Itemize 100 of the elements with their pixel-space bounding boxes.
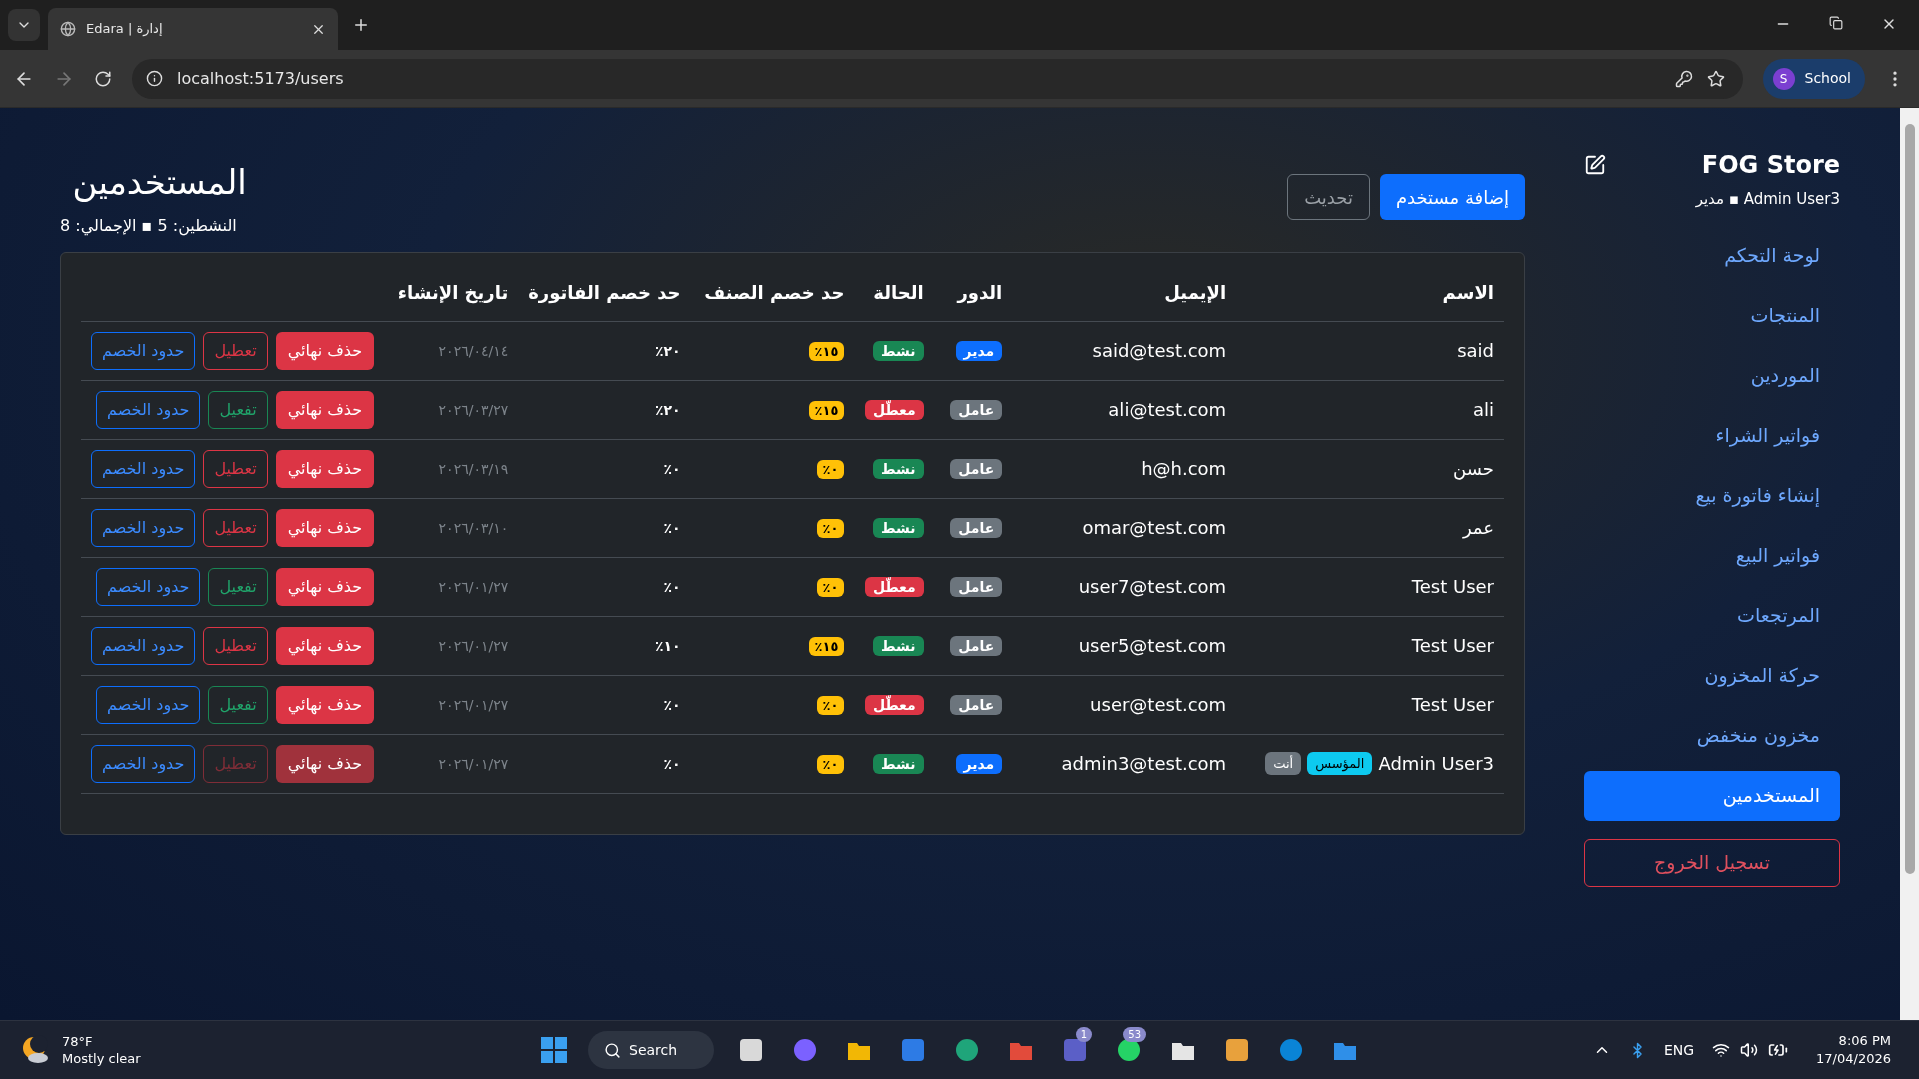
discount-limits-button[interactable]: حدود الخصم xyxy=(91,626,196,665)
status-badge: نشط xyxy=(873,635,924,656)
sidebar-item[interactable]: فواتير البيع xyxy=(1584,530,1840,581)
language-indicator[interactable]: ENG xyxy=(1663,1039,1695,1061)
column-header: الحالة xyxy=(873,282,924,304)
user-tag: أنت xyxy=(1265,751,1302,776)
column-header: حد خصم الفاتورة xyxy=(528,282,681,304)
toggle-status-button[interactable]: تعطيل xyxy=(203,626,268,665)
status-badge: نشط xyxy=(873,753,924,774)
delete-button[interactable]: حذف نهائي xyxy=(275,567,375,606)
toggle-status-button[interactable]: تعطيل xyxy=(203,331,268,370)
clock-date: 17/04/2026 xyxy=(1816,1050,1891,1068)
brand-name: FOG Store xyxy=(1701,150,1840,180)
add-user-button[interactable]: إضافة مستخدم xyxy=(1379,174,1525,220)
sidebar-item[interactable]: المنتجات xyxy=(1584,290,1840,341)
role-badge: مدير xyxy=(955,753,1003,774)
created-date: ٢٠٢٦/٠١/٢٧ xyxy=(438,696,509,713)
user-email: user@test.com xyxy=(1090,694,1227,715)
reload-icon[interactable] xyxy=(94,69,112,88)
tab-list-button[interactable] xyxy=(8,9,40,41)
delete-button[interactable]: حذف نهائي xyxy=(275,685,375,724)
windows-logo-icon[interactable] xyxy=(540,1036,568,1064)
toggle-status-button[interactable]: تفعيل xyxy=(208,567,268,606)
created-date: ٢٠٢٦/٠٣/١٩ xyxy=(438,460,509,477)
globe-icon xyxy=(60,21,76,37)
column-header: حد خصم الصنف xyxy=(704,282,845,304)
browser-tab[interactable]: Edara | إدارة xyxy=(48,8,338,50)
created-date: ٢٠٢٦/٠١/٢٧ xyxy=(438,637,509,654)
invoice-discount-limit: ٠٪ xyxy=(663,755,681,772)
key-icon[interactable] xyxy=(1674,69,1693,88)
edit-icon[interactable] xyxy=(1584,154,1606,176)
sidebar-item[interactable]: إنشاء فاتورة بيع xyxy=(1584,470,1840,521)
sidebar-item[interactable]: الموردين xyxy=(1584,350,1840,401)
search-icon xyxy=(604,1041,621,1059)
discount-badge: ٠٪ xyxy=(816,754,845,774)
wifi-icon[interactable] xyxy=(1712,1041,1731,1059)
clock-time: 8:06 PM xyxy=(1838,1032,1891,1050)
user-email: admin3@test.com xyxy=(1061,753,1227,774)
discount-badge: ٠٪ xyxy=(816,459,845,479)
invoice-discount-limit: ٢٠٪ xyxy=(654,401,681,418)
temperature: 78°F xyxy=(62,1033,94,1050)
user-name: عمر xyxy=(1462,516,1494,541)
sidebar-item[interactable]: لوحة التحكم xyxy=(1584,230,1840,281)
tab-title: Edara | إدارة xyxy=(86,20,164,39)
delete-button[interactable]: حذف نهائي xyxy=(275,331,375,370)
invoice-discount-limit: ٢٠٪ xyxy=(654,342,681,359)
created-date: ٢٠٢٦/٠٤/١٤ xyxy=(438,342,509,359)
status-badge: نشط xyxy=(873,517,924,538)
user-name: حسن xyxy=(1453,457,1494,482)
discount-limits-button[interactable]: حدود الخصم xyxy=(91,331,196,370)
created-date: ٢٠٢٦/٠١/٢٧ xyxy=(438,755,509,772)
current-user: Admin User3 ▪ مدير xyxy=(1695,189,1840,210)
delete-button[interactable]: حذف نهائي xyxy=(275,449,375,488)
restore-icon[interactable] xyxy=(1829,16,1843,30)
discount-limits-button[interactable]: حدود الخصم xyxy=(91,449,196,488)
user-name: Test User xyxy=(1411,575,1494,599)
scrollbar[interactable] xyxy=(1900,108,1919,1020)
user-email: user7@test.com xyxy=(1078,576,1227,597)
sidebar-item[interactable]: مخزون منخفض xyxy=(1584,710,1840,761)
new-tab-icon[interactable] xyxy=(352,16,370,34)
column-header: تاريخ الإنشاء xyxy=(397,282,509,304)
toggle-status-button[interactable]: تعطيل xyxy=(203,449,268,488)
volume-icon[interactable] xyxy=(1740,1041,1759,1059)
sidebar-item[interactable]: حركة المخزون xyxy=(1584,650,1840,701)
discount-limits-button[interactable]: حدود الخصم xyxy=(91,744,196,783)
sidebar-item[interactable]: المرتجعات xyxy=(1584,590,1840,641)
role-badge: عامل xyxy=(950,458,1003,479)
discount-badge: ١٥٪ xyxy=(808,636,845,656)
status-badge: معطّل xyxy=(864,576,924,597)
discount-limits-button[interactable]: حدود الخصم xyxy=(96,567,201,606)
toggle-status-button[interactable]: تعطيل xyxy=(203,508,268,547)
profile-button[interactable]: S School xyxy=(1762,58,1865,99)
toggle-status-button[interactable]: تفعيل xyxy=(208,390,268,429)
column-header: الإيميل xyxy=(1164,282,1227,304)
refresh-button[interactable]: تحديث xyxy=(1287,174,1370,220)
discount-limits-button[interactable]: حدود الخصم xyxy=(96,390,201,429)
discount-badge: ٠٪ xyxy=(816,518,845,538)
weather-text: Mostly clear xyxy=(62,1050,141,1067)
invoice-discount-limit: ٠٪ xyxy=(663,696,681,713)
logout-button[interactable]: تسجيل الخروج xyxy=(1584,838,1840,887)
delete-button[interactable]: حذف نهائي xyxy=(275,390,375,429)
toggle-status-button[interactable]: تفعيل xyxy=(208,685,268,724)
column-header: الدور xyxy=(957,282,1003,304)
delete-button[interactable]: حذف نهائي xyxy=(275,508,375,547)
delete-button[interactable]: حذف نهائي xyxy=(275,626,375,665)
discount-limits-button[interactable]: حدود الخصم xyxy=(91,508,196,547)
info-icon xyxy=(146,70,163,87)
discount-limits-button[interactable]: حدود الخصم xyxy=(96,685,201,724)
status-badge: نشط xyxy=(873,340,924,361)
user-summary: النشطين: 5 ▪ الإجمالي: 8 xyxy=(60,215,238,238)
sidebar-item[interactable]: فواتير الشراء xyxy=(1584,410,1840,461)
user-name: ali xyxy=(1472,398,1494,422)
bookmark-star-icon[interactable] xyxy=(1706,69,1725,88)
profile-name: School xyxy=(1804,69,1851,88)
user-name: Admin User3 xyxy=(1378,752,1494,776)
search-box[interactable]: Search xyxy=(588,1031,714,1069)
sidebar-item[interactable]: المستخدمين xyxy=(1584,770,1840,821)
user-name: Test User xyxy=(1411,634,1494,658)
address-bar[interactable]: localhost:5173/users xyxy=(132,58,1743,99)
profile-avatar: S xyxy=(1772,67,1795,90)
